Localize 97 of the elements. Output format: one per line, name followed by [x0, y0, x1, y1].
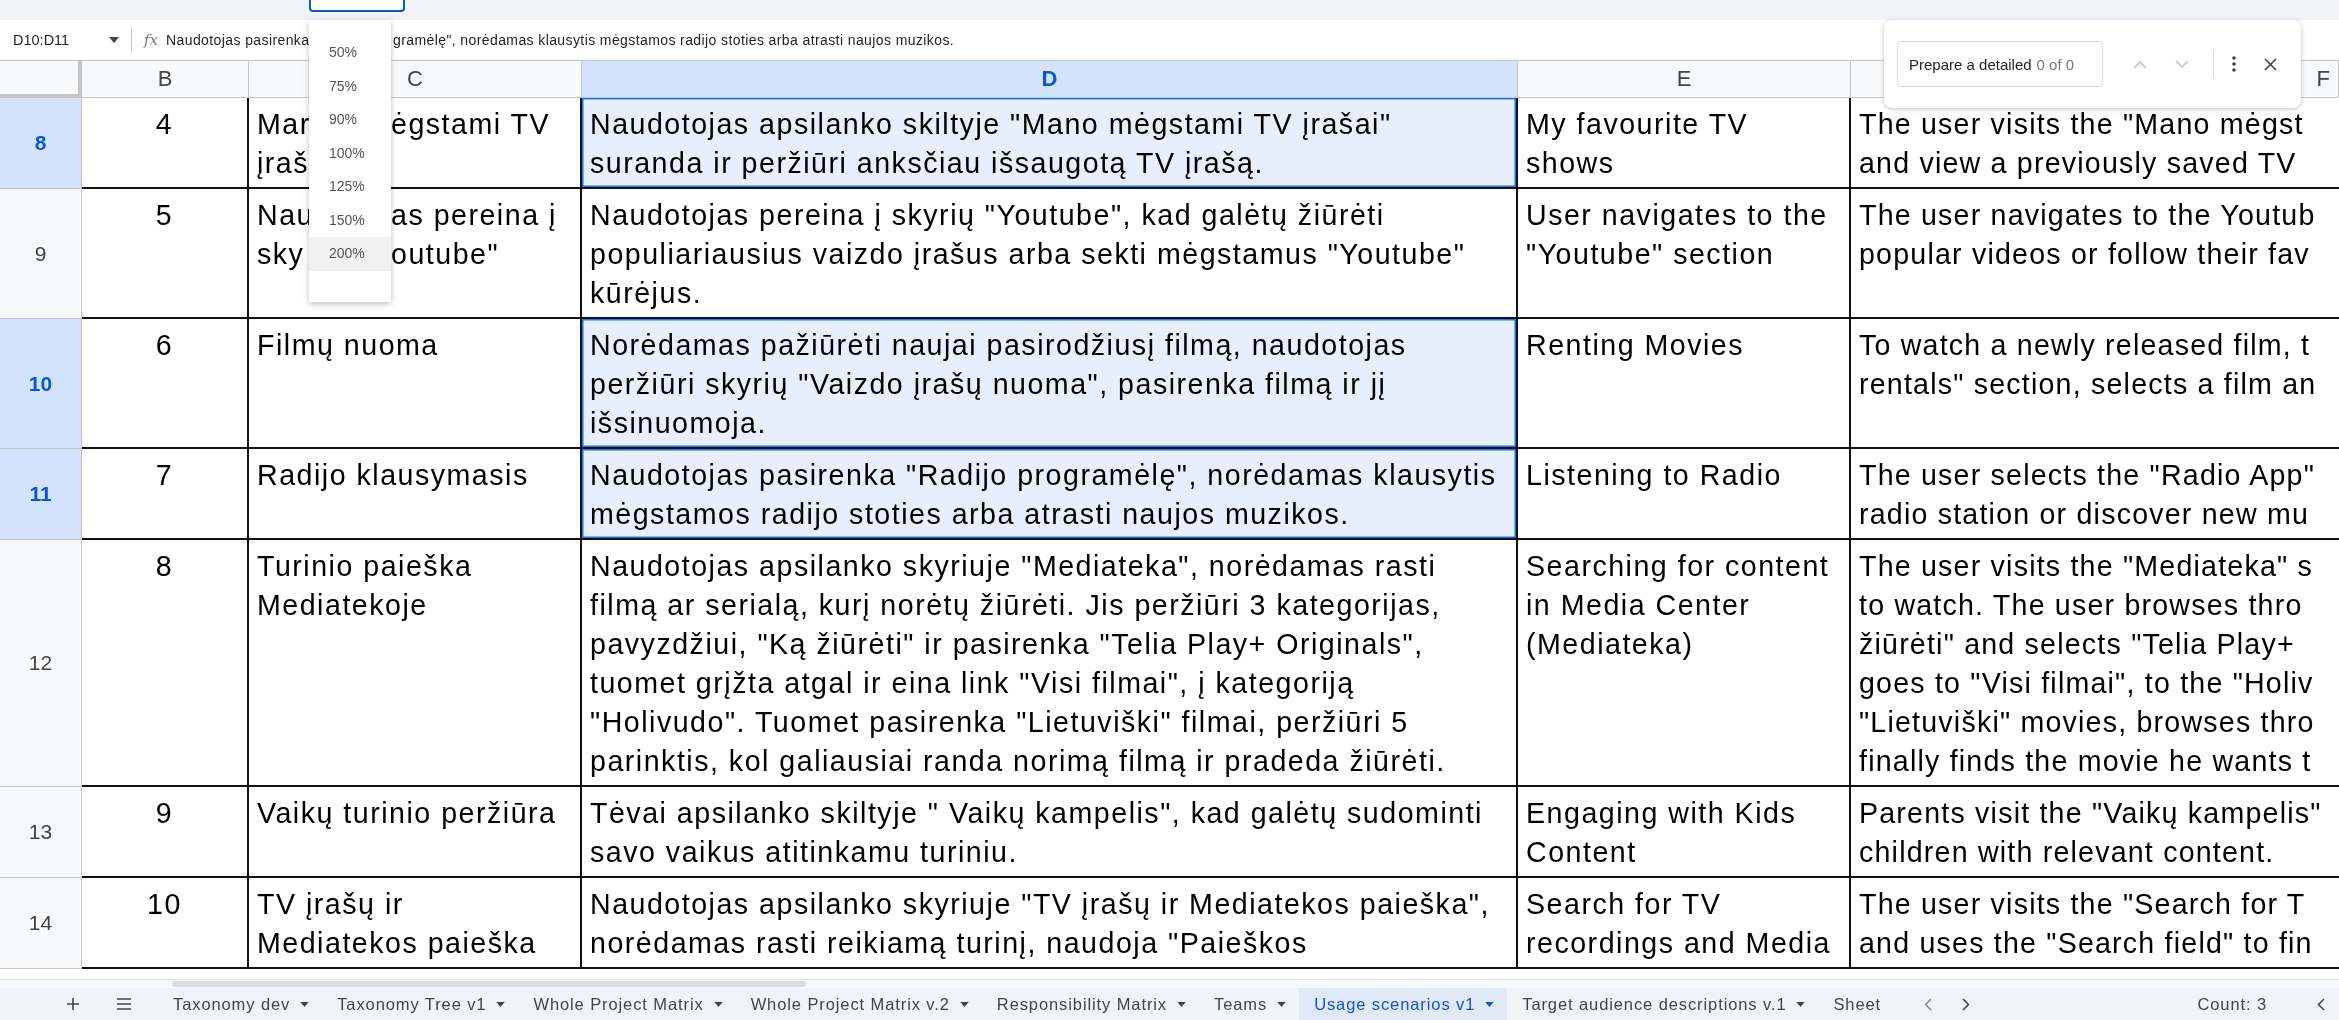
row-number[interactable]: 12 [0, 540, 82, 787]
row-number[interactable]: 8 [0, 98, 82, 189]
more-icon[interactable] [2232, 56, 2236, 72]
table-cell-text: children with relevant content. [1859, 835, 2276, 870]
caret-icon [496, 1001, 506, 1007]
table-cell: 9 [82, 787, 249, 878]
table-cell-text: Turinio paieška [257, 550, 473, 582]
table-cell-text: įraš [257, 147, 310, 179]
table-cell-text: finally finds the movie he wants t [1859, 744, 2313, 779]
row-number[interactable]: 13 [0, 787, 82, 878]
sheet-tab[interactable]: Whole Project Matrix [518, 988, 736, 1020]
table-cell: Naudotojas apsilanko skiltyje "Mano mėgstami TV įrašai" suranda ir peržiūri anksčiau išsaugotą TV įrašą. [582, 98, 1518, 189]
table-cell: Naudotojas pasirenka "Radijo programėlę", norėdamas klausytis mėgstamos radijo stoties arba atrasti naujos muzikos. [582, 449, 1518, 540]
table-cell-text: The user visits the "Mano mėgst [1859, 107, 2305, 142]
zoom-option[interactable]: 100% [309, 136, 391, 170]
close-icon[interactable] [2264, 57, 2277, 71]
sheet-tab[interactable]: Teams [1199, 988, 1300, 1020]
table-cell-text: The user navigates to the Youtub [1859, 198, 2317, 233]
sheet-tab[interactable]: Target audience descriptions v.1 [1507, 988, 1819, 1020]
table-cell: User navigates to the "Youtube" section [1518, 189, 1851, 319]
scrollbar-thumb[interactable] [172, 981, 806, 987]
column-header[interactable]: B [82, 61, 249, 98]
table-cell-text: Vaikų turinio peržiūra [257, 797, 557, 829]
name-box[interactable]: D10:D11 [13, 32, 103, 48]
table-cell: Searching for content in Media Center (Mediateka) [1518, 540, 1851, 787]
table-cell: Renting Movies [1518, 319, 1851, 449]
table-cell-text: as pereina į [391, 198, 557, 233]
table-cell: Naudotojas apsilanko skyriuje "TV įrašų ir Mediatekos paieška", norėdamas rasti reikiamą turinį, naudoja "Paieškos [582, 878, 1518, 969]
table-cell-text: žiūrėti" and selects "Telia Play+ [1859, 627, 2296, 662]
formula-text[interactable]: Naudotojas pasirenka [166, 32, 310, 48]
caret-icon [1796, 1001, 1806, 1007]
caret-icon [1485, 1001, 1495, 1007]
caret-icon[interactable] [109, 37, 119, 43]
table-cell: Naudotojas apsilanko skyriuje "Mediateka", norėdamas rasti filmą ar serialą, kurį norėtų žiūrėti. Jis peržiūri 3 kategorijas, pavyzdžiui, "Ką žiūrėti" ir pasirenka "Telia Play+ Originals", tuomet grįžta atgal ir eina link "Visi filmai", į kategoriją "Holivudo". Tuomet pasirenka "Lietuviški" filmai, peržiūri 5 parinktis, kol galiausiai randa norimą filmą ir pradeda žiūrėti. [582, 540, 1518, 787]
row-number[interactable]: 10 [0, 319, 82, 449]
menu-icon[interactable] [116, 998, 132, 1010]
table-cell: Norėdamas pažiūrėti naujai pasirodžiusį filmą, naudotojas peržiūri skyrių "Vaizdo įrašų nuoma", pasirenka filmą ir jį išsinuomoja. [582, 319, 1518, 449]
column-header[interactable]: D [582, 61, 1518, 98]
sheet-tab[interactable]: Usage scenarios v1 [1299, 988, 1508, 1020]
table-cell-text: radio station or discover new mu [1859, 497, 2311, 532]
table-cell-text: The user visits the "Search for T [1859, 887, 2307, 922]
table-cell-text: Mar [257, 107, 311, 142]
table-cell-text: Parents visit the "Vaikų kampelis" [1859, 796, 2323, 831]
table-cell: 8 [82, 540, 249, 787]
table-cell: 6 [82, 319, 249, 449]
caret-icon [959, 1001, 969, 1007]
table-cell-text: Mediatekos paieška [257, 927, 537, 959]
table-cell-text: outube" [391, 237, 500, 272]
function-label: fx [144, 31, 158, 49]
caret-icon [1277, 1001, 1287, 1007]
find-field[interactable]: Prepare a detailed 0 of 0 [1897, 41, 2103, 87]
sheet-tab[interactable]: Whole Project Matrix v.2 [735, 988, 982, 1020]
table-cell-text: popular videos or follow their fav [1859, 237, 2311, 272]
zoom-option[interactable]: 90% [309, 103, 391, 137]
table-cell: 5 [82, 189, 249, 319]
table-cell-text: Filmų nuoma [257, 329, 439, 361]
match-count: 0 of 0 [2036, 55, 2075, 73]
caret-icon [300, 1001, 310, 1007]
table-cell-text: ėgstami TV [391, 107, 551, 142]
table-cell: Listening to Radio [1518, 449, 1851, 540]
table-cell: Tėvai apsilanko skiltyje " Vaikų kampelis", kad galėtų sudominti savo vaikus atitinkamu turiniu. [582, 787, 1518, 878]
table-cell-text: TV įrašų ir [257, 888, 404, 920]
table-cell-text: Radijo klausymasis [257, 459, 529, 491]
table-cell-text: To watch a newly released film, t [1859, 328, 2312, 363]
chevron-right-icon[interactable] [1962, 997, 1971, 1011]
table-cell-text: "Lietuviški" movies, browses thro [1859, 705, 2316, 740]
caret-icon [1177, 1001, 1187, 1007]
table-cell-text: The user visits the "Mediateka" s [1859, 549, 2315, 584]
table-cell-text: goes to "Visi filmai", to the "Holiv [1859, 666, 2315, 701]
sheet-tab[interactable]: Sheet [1818, 988, 1895, 1020]
table-cell-text: sky [257, 237, 305, 272]
zoom-option[interactable]: 200% [309, 237, 391, 271]
table-cell: Engaging with Kids Content [1518, 787, 1851, 878]
add-sheet-icon[interactable] [66, 997, 80, 1011]
formula-text[interactable]: gramėlę", norėdamas klausytis mėgstamos radijo stoties arba atrasti naujos muzikos. [393, 32, 955, 48]
table-cell-text: to watch. The user browses thro [1859, 588, 2304, 623]
caret-icon [713, 1001, 723, 1007]
selection-count[interactable]: Count: 3 [2197, 994, 2267, 1014]
table-cell-text: and uses the "Search field" to fin [1859, 926, 2314, 961]
chevron-left-icon[interactable] [2317, 997, 2325, 1011]
table-cell: Search for TV recordings and Media [1518, 878, 1851, 969]
row-number[interactable]: 14 [0, 878, 82, 969]
sheet-tab[interactable]: Responsibility Matrix [981, 988, 1200, 1020]
row-number[interactable]: 9 [0, 189, 82, 319]
row-number[interactable]: 11 [0, 449, 82, 540]
table-cell-text: and view a previously saved TV [1859, 146, 2298, 181]
table-cell: 4 [82, 98, 249, 189]
column-header[interactable]: E [1518, 61, 1851, 98]
sheet-tab[interactable]: Taxonomy Tree v1 [322, 988, 519, 1020]
table-cell-text: The user selects the "Radio App" [1859, 458, 2317, 493]
sheet-tab[interactable]: Taxonomy dev [158, 988, 323, 1020]
table-cell-text: Mediatekoje [257, 589, 428, 621]
table-cell: 10 [82, 878, 249, 969]
table-cell-text: rentals" section, selects a film an [1859, 367, 2318, 402]
table-cell: 7 [82, 449, 249, 540]
table-cell: My favourite TV shows [1518, 98, 1851, 189]
find-query: Prepare a detailed [1909, 55, 2032, 73]
